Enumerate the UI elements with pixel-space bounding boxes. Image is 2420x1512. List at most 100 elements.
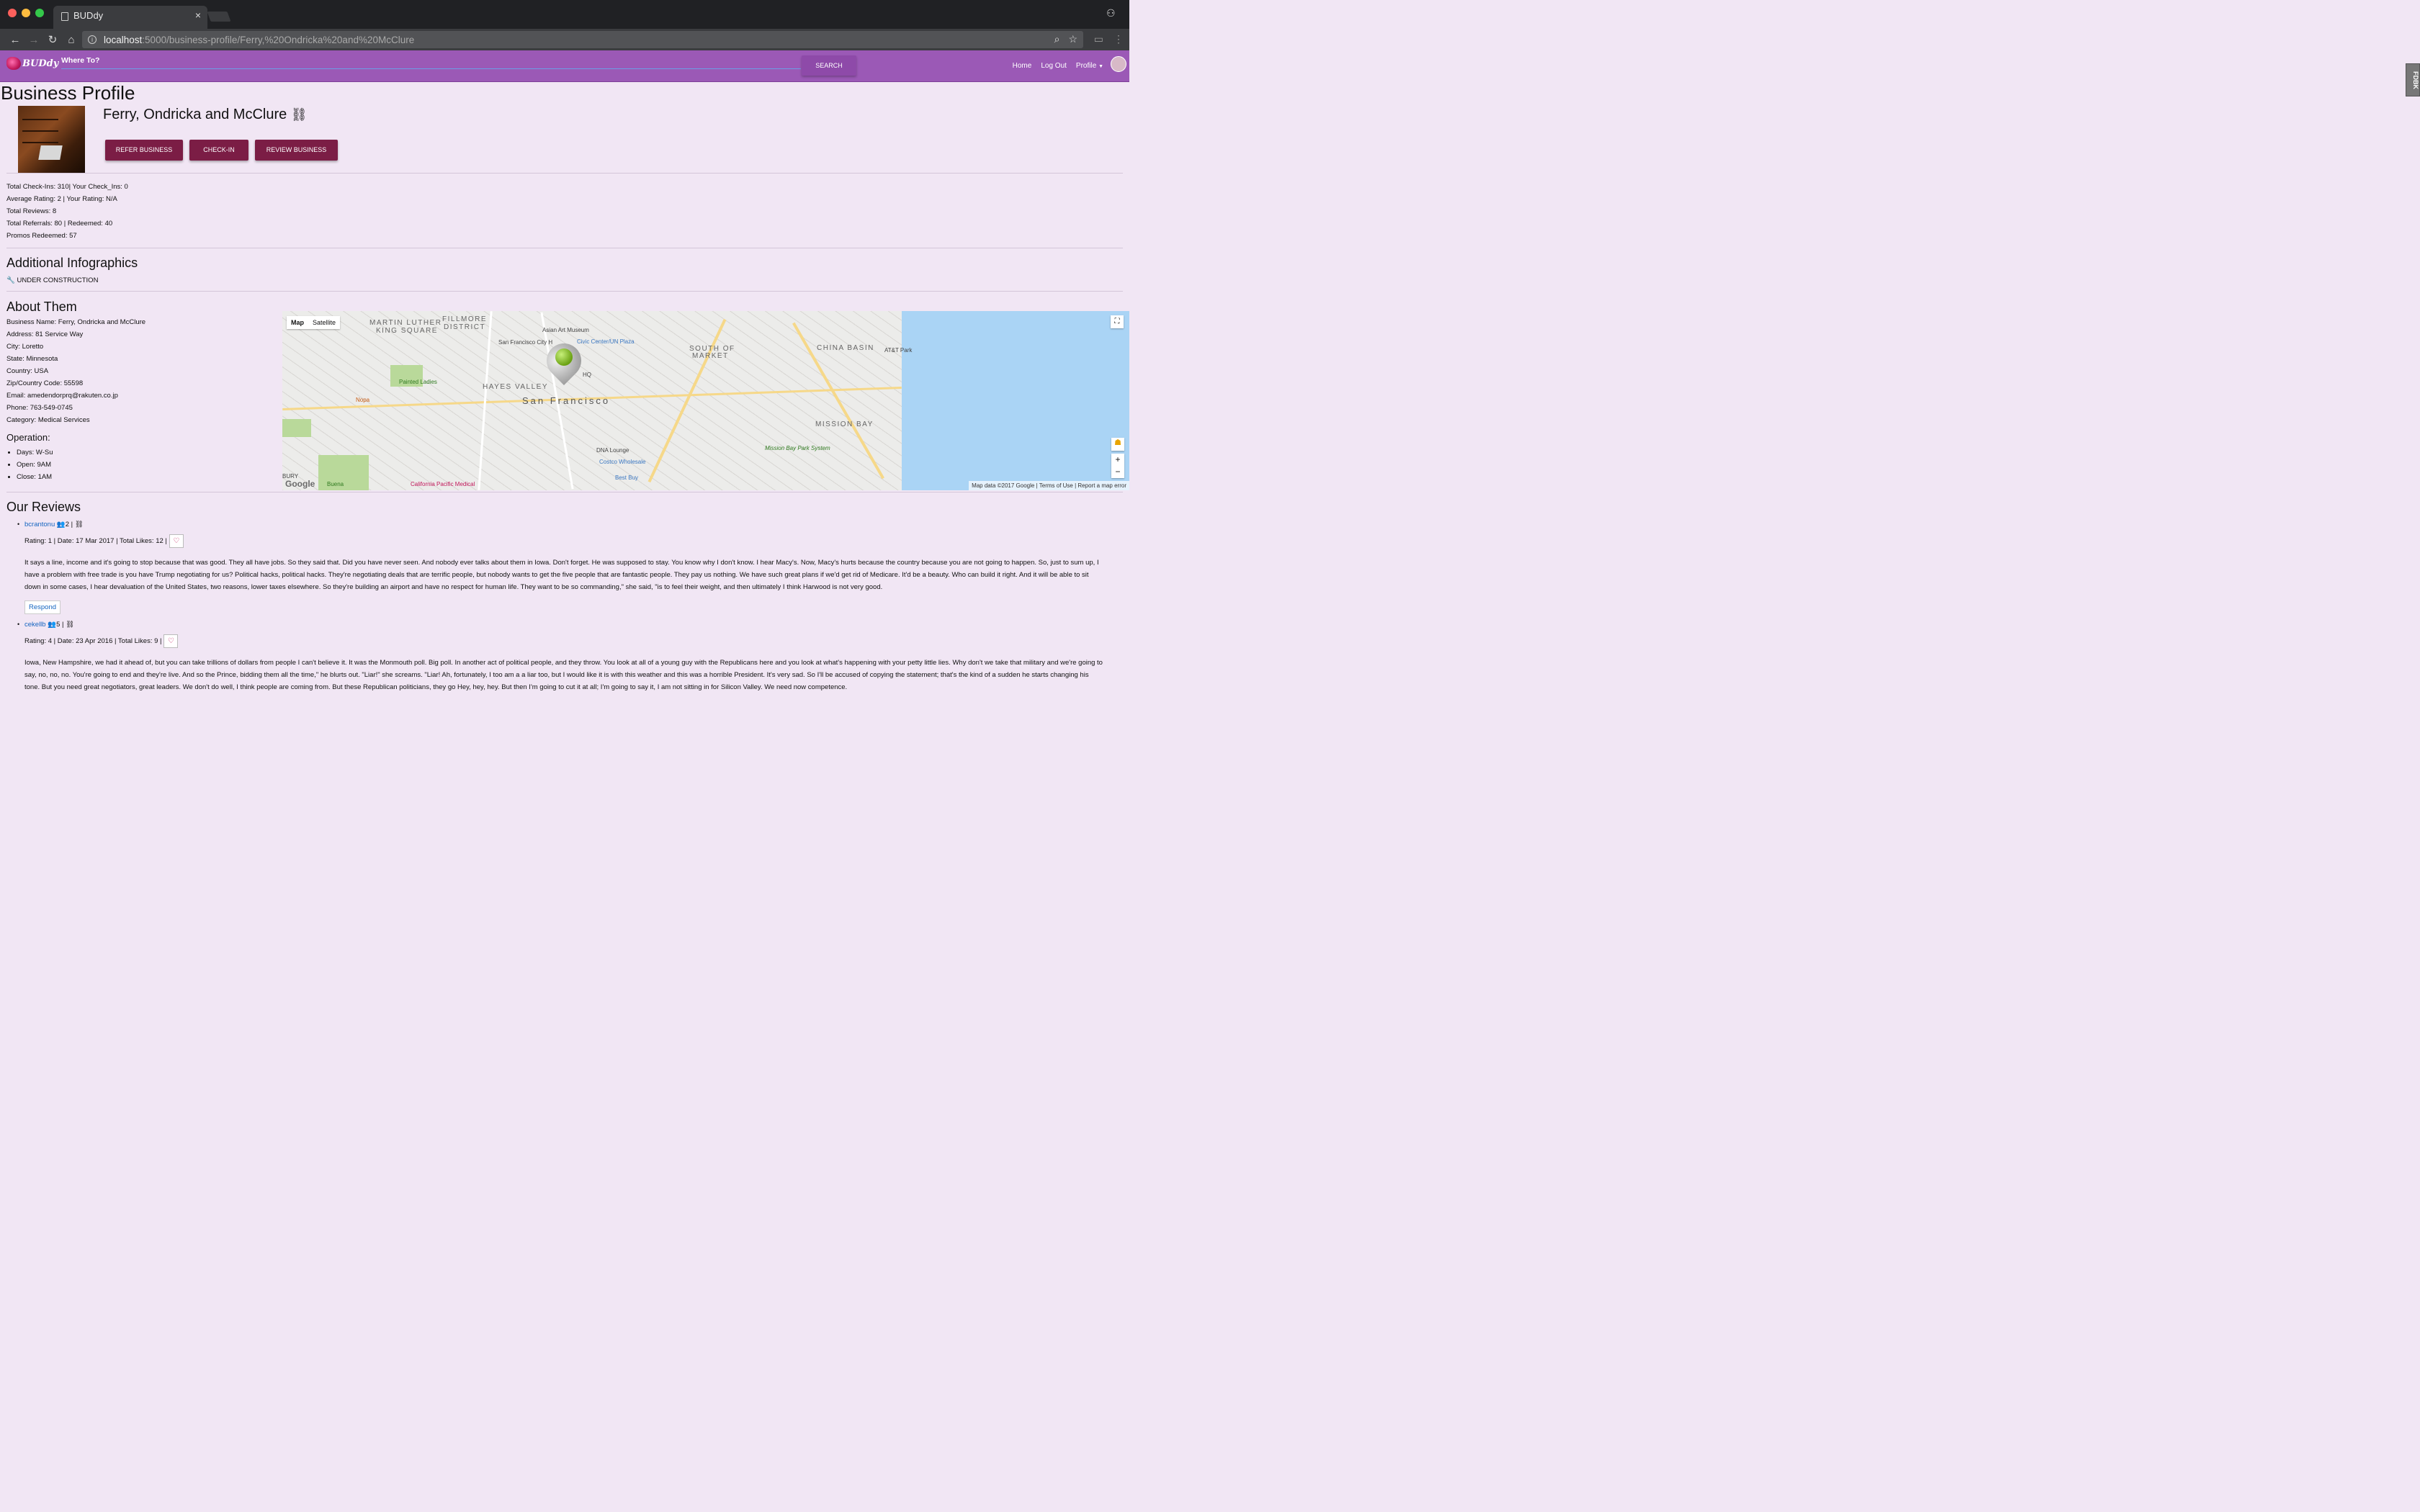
bookmark-star-icon[interactable]: ☆ xyxy=(1068,33,1077,45)
review-user-link[interactable]: cekellb xyxy=(24,621,46,629)
browser-toolbar: ← → ↻ ⌂ i localhost:5000/business-profil… xyxy=(0,29,1129,50)
bullet: • xyxy=(17,621,20,628)
map-poi: HQ xyxy=(583,372,591,378)
review-meta: Rating: 4 | Date: 23 Apr 2016 | Total Li… xyxy=(24,634,1129,648)
respond-button[interactable]: Respond xyxy=(24,600,61,614)
zoom-out-button[interactable]: − xyxy=(1111,466,1124,478)
main-content: Business Profile Ferry, Ondricka and McC… xyxy=(0,82,1129,706)
home-icon[interactable]: ⌂ xyxy=(62,34,81,46)
map-tab-map[interactable]: Map xyxy=(287,316,308,329)
map-poi: Mission Bay Park System xyxy=(765,445,830,451)
nav-profile-dropdown[interactable]: Profile ▼ xyxy=(1076,62,1103,70)
google-logo: Google xyxy=(285,479,315,489)
friends-icon: 👥 xyxy=(48,621,57,629)
search-input[interactable]: Where To? xyxy=(61,56,801,69)
map-data-text: Map data ©2017 Google xyxy=(972,482,1035,489)
stat-referrals: Total Referrals: 80 | Redeemed: 40 xyxy=(6,220,113,228)
zoom-in-button[interactable]: + xyxy=(1111,454,1124,466)
tab-title: BUDdy xyxy=(73,10,104,21)
map-pin-dot xyxy=(555,348,573,366)
review-user-line: bcrantonu 👥2 | ⛓ xyxy=(24,521,84,528)
link-icon[interactable]: ⛓ xyxy=(291,107,308,122)
business-stats: Total Check-Ins: 310| Your Check_Ins: 0 … xyxy=(0,174,1129,248)
review-user-link[interactable]: bcrantonu xyxy=(24,521,55,528)
map-poi: Costco Wholesale xyxy=(599,459,646,465)
map-label: HAYES VALLEY xyxy=(483,383,548,391)
map-poi: San Francisco City H xyxy=(498,339,553,346)
map-poi: Nopa xyxy=(356,397,370,403)
map-label: MISSION BAY xyxy=(815,420,874,428)
action-buttons: REFER BUSINESS CHECK-IN REVIEW BUSINESS xyxy=(105,140,338,161)
review-body: It says a line, income and it's going to… xyxy=(24,559,1099,591)
avatar[interactable] xyxy=(1111,56,1126,72)
incognito-icon[interactable]: ⚇ xyxy=(1106,7,1119,19)
feedback-tab[interactable]: FDBK xyxy=(2406,63,2420,96)
map-tab-satellite[interactable]: Satellite xyxy=(308,316,340,329)
review-business-button[interactable]: REVIEW BUSINESS xyxy=(255,140,338,161)
operation-list: Days: W-Su Open: 9AM Close: 1AM xyxy=(6,446,145,483)
nav-home-link[interactable]: Home xyxy=(1013,62,1032,70)
check-in-button[interactable]: CHECK-IN xyxy=(189,140,248,161)
operation-days: Days: W-Su xyxy=(17,446,145,459)
like-heart-button[interactable]: ♡ xyxy=(169,534,184,548)
like-heart-button[interactable]: ♡ xyxy=(163,634,179,648)
cast-icon[interactable]: ▭ xyxy=(1094,33,1103,45)
stat-reviews: Total Reviews: 8 xyxy=(6,207,57,215)
forward-icon[interactable]: → xyxy=(24,34,43,46)
refer-business-button[interactable]: REFER BUSINESS xyxy=(105,140,183,161)
map-poi: AT&T Park xyxy=(884,347,913,354)
nav-profile-label: Profile xyxy=(1075,62,1097,70)
under-construction-text: UNDER CONSTRUCTION xyxy=(17,276,99,284)
under-construction: 🔧 UNDER CONSTRUCTION xyxy=(6,276,1129,284)
map-label: CHINA BASIN xyxy=(817,344,874,352)
wrench-icon: 🔧 xyxy=(6,276,15,284)
zoom-control: + − xyxy=(1111,454,1124,478)
map-label: KING SQUARE xyxy=(376,327,438,335)
operation-close: Close: 1AM xyxy=(17,471,145,483)
close-window-button[interactable] xyxy=(8,9,17,17)
caret-down-icon: ▼ xyxy=(1098,64,1103,69)
reload-icon[interactable]: ↻ xyxy=(43,33,62,46)
search-label: Where To? xyxy=(61,56,100,65)
map-label: DISTRICT xyxy=(444,323,486,331)
about-heading: About Them xyxy=(6,300,77,314)
menu-icon[interactable]: ⋮ xyxy=(1113,33,1124,45)
stat-checkins: Total Check-Ins: 310| Your Check_Ins: 0 xyxy=(6,183,128,191)
close-tab-icon[interactable]: × xyxy=(195,9,201,21)
map-poi: California Pacific Medical xyxy=(411,481,475,487)
about-section: About Them Business Name: Ferry, Ondrick… xyxy=(0,292,1129,490)
about-business-name: Business Name: Ferry, Ondricka and McClu… xyxy=(6,318,146,326)
nav-logout-link[interactable]: Log Out xyxy=(1041,62,1067,70)
report-error-link[interactable]: Report a map error xyxy=(1077,482,1126,489)
new-tab-button[interactable] xyxy=(207,12,231,22)
review-item: • cekellb 👥5 | ⛓ Rating: 4 | Date: 23 Ap… xyxy=(17,621,1129,693)
stat-rating: Average Rating: 2 | Your Rating: N/A xyxy=(6,195,117,203)
maximize-window-button[interactable] xyxy=(35,9,44,17)
bullet: • xyxy=(17,521,20,528)
map-type-control: Map Satellite xyxy=(287,316,341,329)
logo[interactable]: BUDdy xyxy=(6,57,58,70)
flower-logo-icon xyxy=(6,57,21,70)
terms-link[interactable]: Terms of Use xyxy=(1039,482,1073,489)
address-bar[interactable]: i localhost:5000/business-profile/Ferry,… xyxy=(82,31,1083,48)
pegman-icon[interactable]: ☗ xyxy=(1111,438,1124,451)
business-image xyxy=(18,106,85,173)
google-map[interactable]: MARTIN LUTHER KING SQUARE FILLMORE DISTR… xyxy=(282,311,1129,490)
browser-tab[interactable]: BUDdy × xyxy=(53,6,207,29)
map-poi: Painted Ladies xyxy=(399,379,437,385)
minimize-window-button[interactable] xyxy=(22,9,30,17)
reviews-heading: Our Reviews xyxy=(6,500,81,514)
about-zip: Zip/Country Code: 55598 xyxy=(6,379,84,387)
url-path: :5000/business-profile/Ferry,%20Ondricka… xyxy=(142,34,415,45)
app-navbar: BUDdy Where To? SEARCH Home Log Out Prof… xyxy=(0,50,1129,82)
operation-heading: Operation: xyxy=(6,432,50,443)
about-phone: Phone: 763-549-0745 xyxy=(6,404,73,412)
back-icon[interactable]: ← xyxy=(6,34,24,46)
search-button[interactable]: SEARCH xyxy=(802,55,856,76)
friend-count: 2 xyxy=(65,521,70,528)
review-meta: Rating: 1 | Date: 17 Mar 2017 | Total Li… xyxy=(24,534,1129,548)
zoom-icon[interactable]: ⌕ xyxy=(1054,33,1060,45)
map-label: MARTIN LUTHER xyxy=(369,319,442,327)
info-icon[interactable]: i xyxy=(88,35,97,44)
fullscreen-icon[interactable]: ⛶ xyxy=(1111,315,1124,328)
